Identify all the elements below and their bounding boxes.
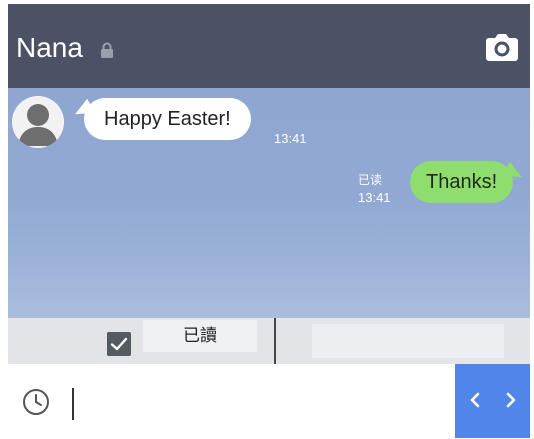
clock-icon[interactable]: [22, 388, 50, 416]
avatar[interactable]: [12, 96, 64, 148]
cursor-nav-panel: [455, 364, 530, 438]
outgoing-message-bubble[interactable]: Thanks!: [410, 161, 514, 203]
incoming-message-time: 13:41: [274, 131, 307, 146]
chevron-left-icon[interactable]: [461, 386, 489, 414]
bar-divider: [274, 318, 276, 364]
read-toggle-label[interactable]: 已讀: [143, 320, 257, 352]
chat-header: Nana: [8, 4, 530, 88]
chat-area[interactable]: Happy Easter! 13:41 已读 13:41 Thanks!: [8, 88, 530, 318]
lock-icon: [101, 42, 113, 58]
incoming-message-bubble[interactable]: Happy Easter!: [84, 98, 251, 140]
camera-icon[interactable]: [485, 32, 519, 62]
chevron-right-icon[interactable]: [497, 386, 525, 414]
chat-title: Nana: [16, 32, 83, 63]
user-silhouette-icon: [12, 96, 64, 148]
app-window: Nana Happy Easter! 13:41 已读 13:41 Thanks…: [8, 4, 530, 438]
read-checkbox[interactable]: [107, 332, 131, 356]
outgoing-message-time: 13:41: [358, 190, 391, 205]
composer: [8, 364, 530, 438]
read-receipt-bar: 已讀: [8, 318, 530, 364]
outgoing-message-meta: 已读 13:41: [358, 172, 391, 206]
read-status: 已读: [358, 173, 383, 187]
message-input[interactable]: [64, 374, 448, 430]
empty-bar-slot: [312, 324, 504, 358]
